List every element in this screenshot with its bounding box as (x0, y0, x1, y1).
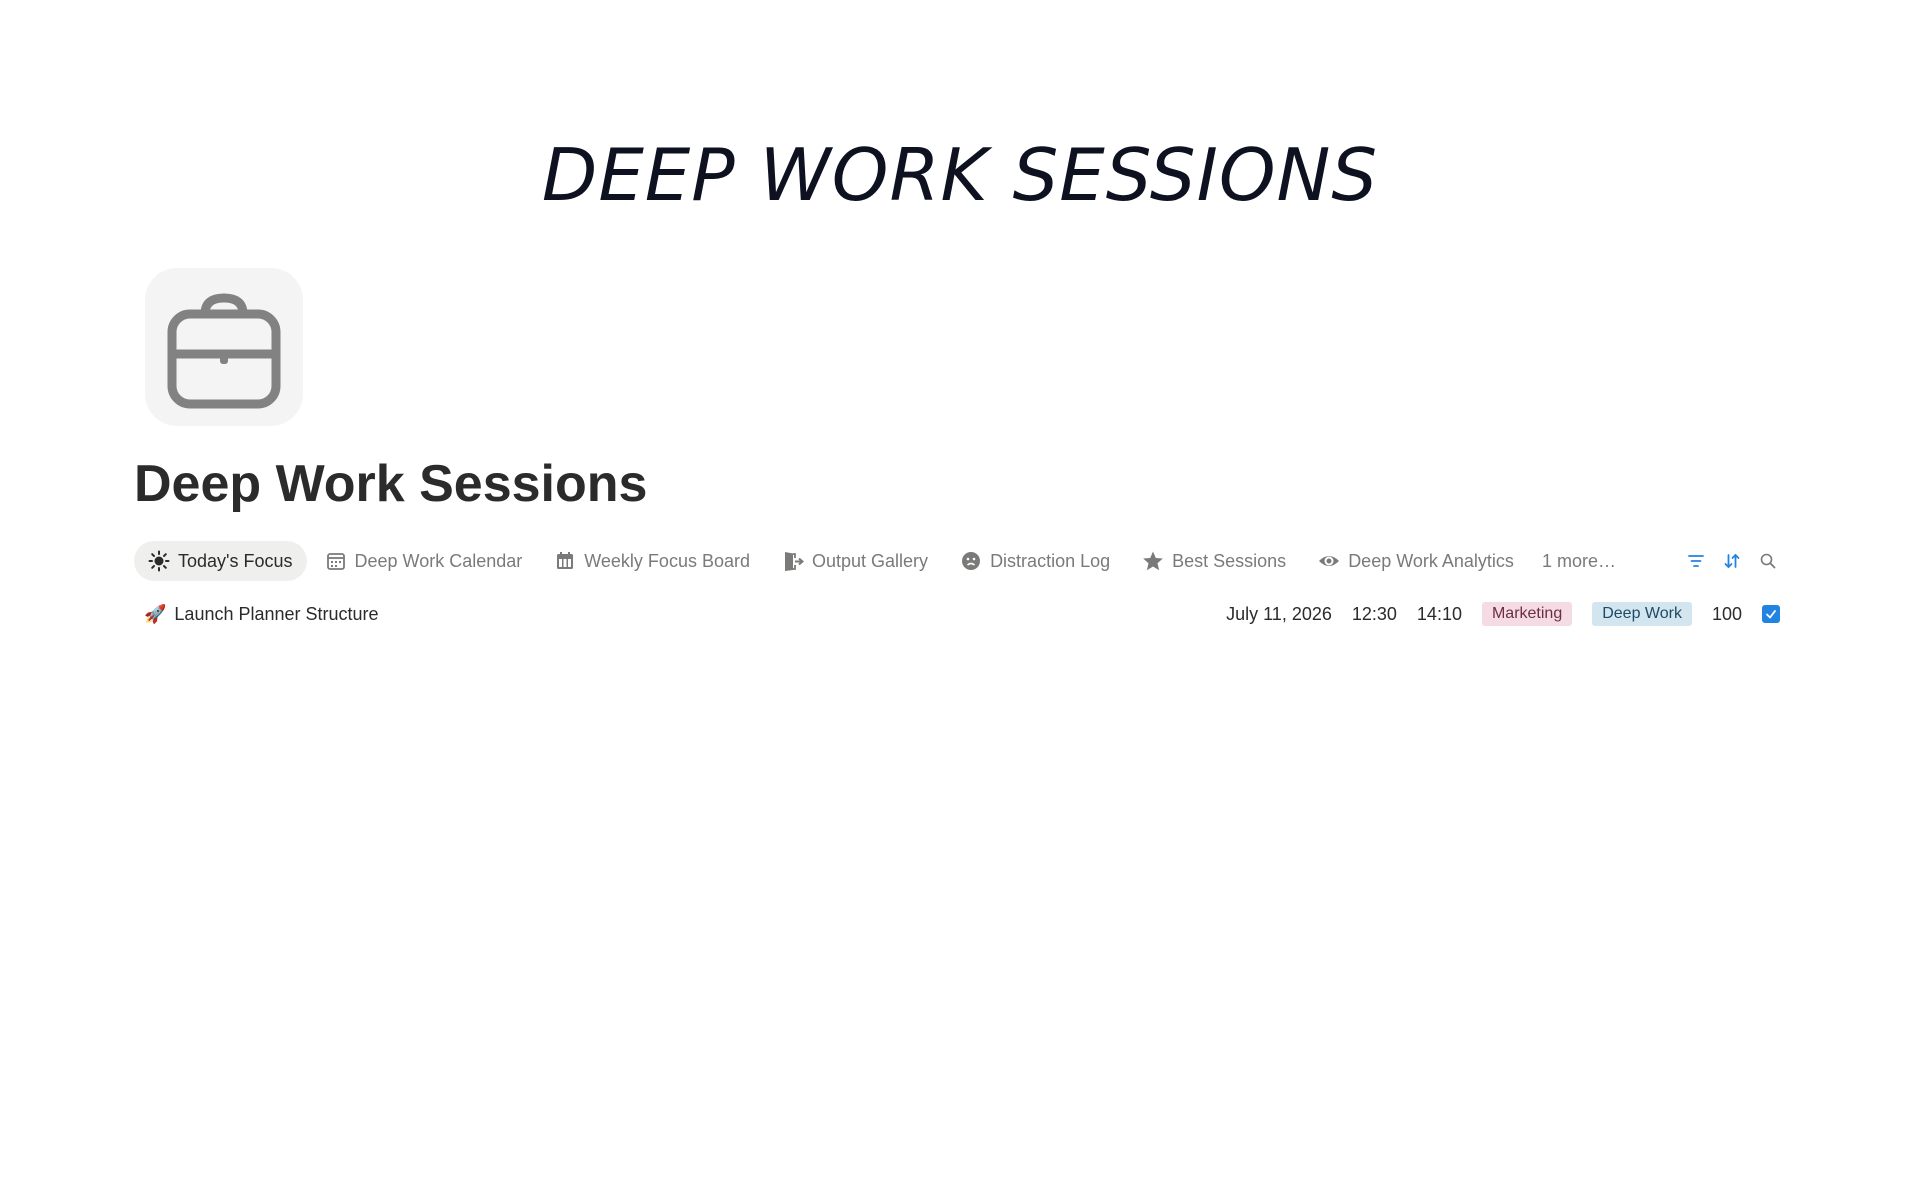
view-tabs: Today's Focus Deep Work Calendar Weekly … (134, 540, 1634, 582)
tab-weekly-focus-board[interactable]: Weekly Focus Board (540, 541, 764, 581)
sun-icon (148, 550, 170, 572)
view-tabs-bar: Today's Focus Deep Work Calendar Weekly … (134, 540, 1786, 582)
row-title-text: Launch Planner Structure (174, 603, 379, 624)
completed-checkbox[interactable] (1762, 605, 1780, 623)
tab-output-gallery[interactable]: Output Gallery (768, 541, 942, 581)
tab-label: Weekly Focus Board (584, 550, 750, 571)
tab-todays-focus[interactable]: Today's Focus (134, 541, 307, 581)
briefcase-icon[interactable] (145, 268, 303, 426)
search-icon[interactable] (1750, 543, 1786, 579)
eye-icon (1318, 550, 1340, 572)
page: DEEP WORK SESSIONS Deep Work Sessions To… (0, 0, 1920, 1199)
tab-label: Deep Work Analytics (1348, 550, 1514, 571)
more-views-button[interactable]: 1 more… (1532, 541, 1630, 581)
session-date: July 11, 2026 (1226, 603, 1332, 624)
tab-label: Best Sessions (1172, 550, 1287, 571)
tab-best-sessions[interactable]: Best Sessions (1128, 541, 1300, 581)
rocket-icon: 🚀 (144, 603, 167, 624)
row-title[interactable]: 🚀 Launch Planner Structure (134, 604, 379, 625)
session-start-time: 12:30 (1351, 603, 1397, 624)
tab-label: Today's Focus (178, 550, 293, 571)
cover-banner: DEEP WORK SESSIONS (0, 0, 1920, 268)
page-title: Deep Work Sessions (134, 455, 648, 513)
type-tag: Deep Work (1592, 602, 1692, 626)
sort-icon[interactable] (1714, 543, 1750, 579)
filter-icon[interactable] (1678, 543, 1714, 579)
more-views-label: 1 more… (1541, 550, 1616, 571)
door-exit-icon (782, 550, 804, 572)
area-tag: Marketing (1481, 602, 1573, 626)
tab-deep-work-calendar[interactable]: Deep Work Calendar (311, 541, 537, 581)
tab-distraction-log[interactable]: Distraction Log (946, 541, 1124, 581)
tab-label: Distraction Log (990, 550, 1111, 571)
cover-title: DEEP WORK SESSIONS (541, 133, 1379, 217)
row-properties: July 11, 2026 12:30 14:10 Marketing Deep… (1206, 602, 1786, 626)
focus-score: 100 (1711, 603, 1742, 624)
view-toolbar (1678, 540, 1786, 582)
session-end-time: 14:10 (1416, 603, 1462, 624)
table-row[interactable]: 🚀 Launch Planner Structure July 11, 2026… (134, 596, 1786, 632)
calendar-grid-icon (554, 550, 576, 572)
star-icon (1142, 550, 1164, 572)
tab-label: Deep Work Calendar (354, 550, 523, 571)
tab-deep-work-analytics[interactable]: Deep Work Analytics (1304, 541, 1528, 581)
check-icon (1766, 610, 1776, 619)
sad-face-icon (960, 550, 982, 572)
calendar-icon (325, 550, 347, 572)
tab-label: Output Gallery (812, 550, 929, 571)
